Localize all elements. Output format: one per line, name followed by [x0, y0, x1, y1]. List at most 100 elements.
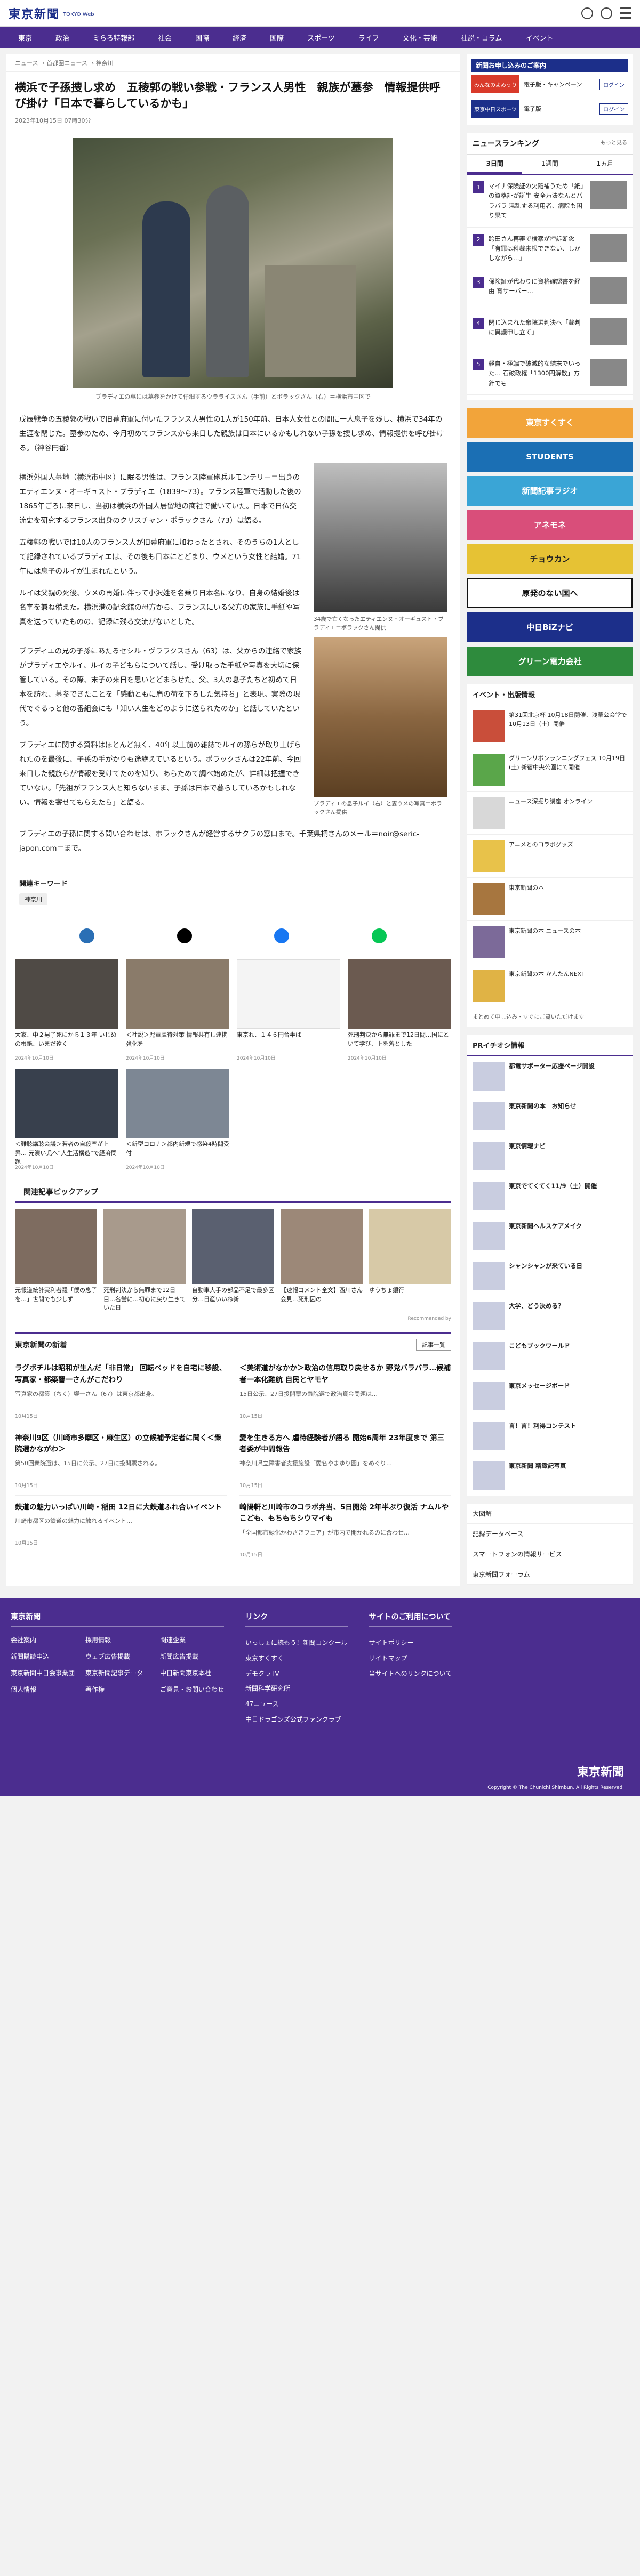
related-card[interactable]: ＜社説＞児童虐待対策 情報共有し連携強化を 2024年10月10日 — [126, 959, 229, 1061]
footer-link[interactable]: 当サイトへのリンクについて — [369, 1666, 452, 1682]
banner[interactable]: アネモネ — [467, 510, 633, 540]
banner[interactable]: STUDENTS — [467, 441, 633, 472]
banner[interactable]: 東京すくすく — [467, 407, 633, 438]
ad-logo[interactable]: 東京中日スポーツ — [471, 100, 519, 118]
ranking-tab[interactable]: 3日間 — [467, 155, 523, 174]
footer-link[interactable]: 関連企業 — [160, 1635, 224, 1644]
event-item[interactable]: 東京新聞の本 — [467, 878, 633, 921]
pr-item[interactable]: 東京新聞 精緻記写真 — [467, 1456, 633, 1497]
banner[interactable]: 新聞記事ラジオ — [467, 475, 633, 506]
pr-item[interactable]: 東京新聞の本 お知らせ — [467, 1096, 633, 1137]
ad-logo[interactable]: みんなのよみうり — [471, 75, 519, 93]
footer-link[interactable]: 新聞購読申込 — [11, 1652, 75, 1661]
search-icon[interactable] — [581, 7, 593, 19]
events-footer[interactable]: まとめて申し込み・すぐにご覧いただけます — [467, 1007, 633, 1028]
footer-link[interactable]: 採用情報 — [85, 1635, 149, 1644]
article-main-photo[interactable] — [73, 137, 393, 388]
footer-link[interactable]: 新聞科学研究所 — [245, 1681, 348, 1697]
share-hatena-icon[interactable] — [79, 928, 95, 944]
sidebar-link[interactable]: 大図解 — [467, 1504, 633, 1524]
nav-item[interactable]: ライフ — [347, 33, 391, 43]
ranking-item[interactable]: 1 マイナ保険証の欠陥補うため「紙」の資格証が誕生 安全万法なんとバラバラ 混乱す… — [467, 175, 633, 228]
footer-link[interactable]: 著作権 — [85, 1685, 149, 1694]
sidebar-link[interactable]: 記録データベース — [467, 1524, 633, 1545]
nav-item[interactable]: イベント — [514, 33, 565, 43]
news-item[interactable]: 神奈川9区（川崎市多摩区・麻生区）の立候補予定者に聞く＜衆院選かながわ＞ 第50回… — [15, 1425, 227, 1495]
pr-item[interactable]: 都電サポーター応援ページ開設 — [467, 1056, 633, 1097]
related-card[interactable]: ＜新型コロナ＞都内新規で感染4時間受付 2024年10月10日 — [126, 1069, 229, 1170]
ranking-item[interactable]: 3 保険証が代わりに資格確認書を経由 育サーバー… — [467, 270, 633, 311]
footer-link[interactable]: 中日新聞東京本社 — [160, 1668, 224, 1677]
ranking-item[interactable]: 2 跨田さん再審で検察が控訴断念「有罪は科裁来根できない、しかしながら…」 — [467, 228, 633, 270]
footer-link[interactable]: 中日ドラゴンズ公式ファンクラブ — [245, 1712, 348, 1727]
menu-icon[interactable] — [620, 7, 631, 19]
nav-item[interactable]: 国際 — [258, 33, 295, 43]
pickup-card[interactable]: ゆうちょ銀行 — [369, 1209, 451, 1310]
subscription-heading[interactable]: 新聞お申し込みのご案内 — [471, 59, 628, 72]
footer-link[interactable]: ご意見・お問い合わせ — [160, 1685, 224, 1694]
footer-link[interactable]: 東京新聞中日会事業団 — [11, 1668, 75, 1677]
related-card[interactable]: 東京れ、１４６円台半ば 2024年10月10日 — [237, 959, 340, 1061]
footer-link[interactable]: いっしょに読もう！新聞コンクール — [245, 1635, 348, 1651]
nav-item[interactable]: 社説・コラム — [449, 33, 514, 43]
pr-item[interactable]: 東京情報ナビ — [467, 1136, 633, 1177]
nav-item[interactable]: スポーツ — [295, 33, 347, 43]
ranking-item[interactable]: 4 閉じ込まれた衆院選判決へ「裁判に異議申し立て」 — [467, 311, 633, 352]
footer-link[interactable]: 47ニュース — [245, 1697, 348, 1712]
latest-more-button[interactable]: 記事一覧 — [416, 1339, 451, 1351]
banner[interactable]: 原発のない国へ — [467, 578, 633, 608]
pr-item[interactable]: こどもブックワールド — [467, 1336, 633, 1377]
site-logo[interactable]: 東京新聞 — [9, 5, 60, 22]
nav-item[interactable]: 政治 — [44, 33, 81, 43]
banner[interactable]: チョウカン — [467, 544, 633, 574]
login-button[interactable]: ログイン — [599, 103, 628, 115]
pr-item[interactable]: 東京メッセージボード — [467, 1376, 633, 1417]
pr-item[interactable]: 大学、どう決める？ — [467, 1296, 633, 1337]
nav-item[interactable]: 経済 — [221, 33, 258, 43]
nav-item[interactable]: 国際 — [183, 33, 221, 43]
ranking-tab[interactable]: 1ヵ月 — [578, 155, 633, 174]
breadcrumb-item[interactable]: 神奈川 — [96, 60, 114, 67]
ranking-more-link[interactable]: もっと見る — [601, 138, 627, 149]
footer-link[interactable]: 会社案内 — [11, 1635, 75, 1644]
footer-link[interactable]: 個人情報 — [11, 1685, 75, 1694]
pr-item[interactable]: 東京新聞ヘルスケアメイク — [467, 1216, 633, 1257]
pr-item[interactable]: 言！言！利得コンテスト — [467, 1416, 633, 1457]
pr-item[interactable]: 東京でてくてく11/9（土）開催 — [467, 1176, 633, 1217]
footer-link[interactable]: サイトマップ — [369, 1651, 452, 1666]
news-item[interactable]: ＜美術道がなかか＞政治の信用取り戻せるか 野党バラバラ…候補者一本化難航 自民と… — [239, 1356, 451, 1425]
pr-item[interactable]: シャンシャンが来ている日 — [467, 1256, 633, 1297]
event-item[interactable]: 東京新聞の本 ニュースの本 — [467, 921, 633, 964]
event-item[interactable]: グリーンリボンランニングフェス 10月19日 (土) 新宿中央公園にて開催 — [467, 748, 633, 792]
footer-link[interactable]: 新聞広告掲載 — [160, 1652, 224, 1661]
footer-logo[interactable]: 東京新聞 — [577, 1763, 624, 1780]
keyword-tag[interactable]: 神奈川 — [19, 893, 47, 906]
user-icon[interactable] — [601, 7, 612, 19]
sidebar-link[interactable]: 東京新聞フォーラム — [467, 1564, 633, 1585]
news-item[interactable]: ラグボチルは昭和が生んだ「非日常」 回転ベッドを自宅に移設、写真家・都築響一さん… — [15, 1356, 227, 1425]
nav-item[interactable]: 文化・芸能 — [391, 33, 449, 43]
share-line-icon[interactable] — [371, 928, 387, 944]
event-item[interactable]: 第31回北京杯 10月18日開催、浅草公会堂で10月13日（土）開催 — [467, 705, 633, 748]
news-item[interactable]: 鉄道の魅力いっぱい川崎・稲田 12日に大鉄道ふれ合いイベント 川崎市都区の鉄道の魅… — [15, 1495, 227, 1564]
footer-link[interactable]: 東京すくすく — [245, 1651, 348, 1666]
share-facebook-icon[interactable] — [274, 928, 290, 944]
pickup-card[interactable]: 元報道統計実利者殺「僕の息子を…」世間でも少しず — [15, 1209, 97, 1310]
event-item[interactable]: ニュース深掘り講座 オンライン — [467, 792, 633, 835]
ranking-tab[interactable]: 1週間 — [522, 155, 577, 174]
related-card[interactable]: 死刑判決から無罪まで12日間…国にといて学び、上を落とした 2024年10月10日 — [348, 959, 451, 1061]
portrait-photo[interactable] — [314, 463, 447, 612]
footer-link[interactable]: サイトポリシー — [369, 1635, 452, 1651]
nav-item[interactable]: 社会 — [146, 33, 183, 43]
related-card[interactable]: 大家、中２男子死にから１３年 いじめの根絶、いまだ遠く 2024年10月10日 — [15, 959, 118, 1061]
event-item[interactable]: アニメとのコラボグッズ — [467, 835, 633, 878]
related-card[interactable]: ＜難聴講聴会議＞若者の自殺率が上昇… 元演い児へ“人生活構造”で経済問題 2024… — [15, 1069, 118, 1170]
nav-item[interactable]: ミらろ特報部 — [81, 33, 146, 43]
breadcrumb-item[interactable]: 首都圏ニュース — [46, 60, 87, 67]
sidebar-link[interactable]: スマートフォンの情報サービス — [467, 1544, 633, 1565]
family-photo[interactable] — [314, 636, 447, 797]
login-button[interactable]: ログイン — [599, 78, 628, 90]
pickup-card[interactable]: 死刑判決から無罪まで12日目…名誉に…初心に戻り生きていた日 — [103, 1209, 186, 1310]
share-x-icon[interactable] — [177, 928, 192, 944]
banner[interactable]: 中日BiZナビ — [467, 612, 633, 642]
